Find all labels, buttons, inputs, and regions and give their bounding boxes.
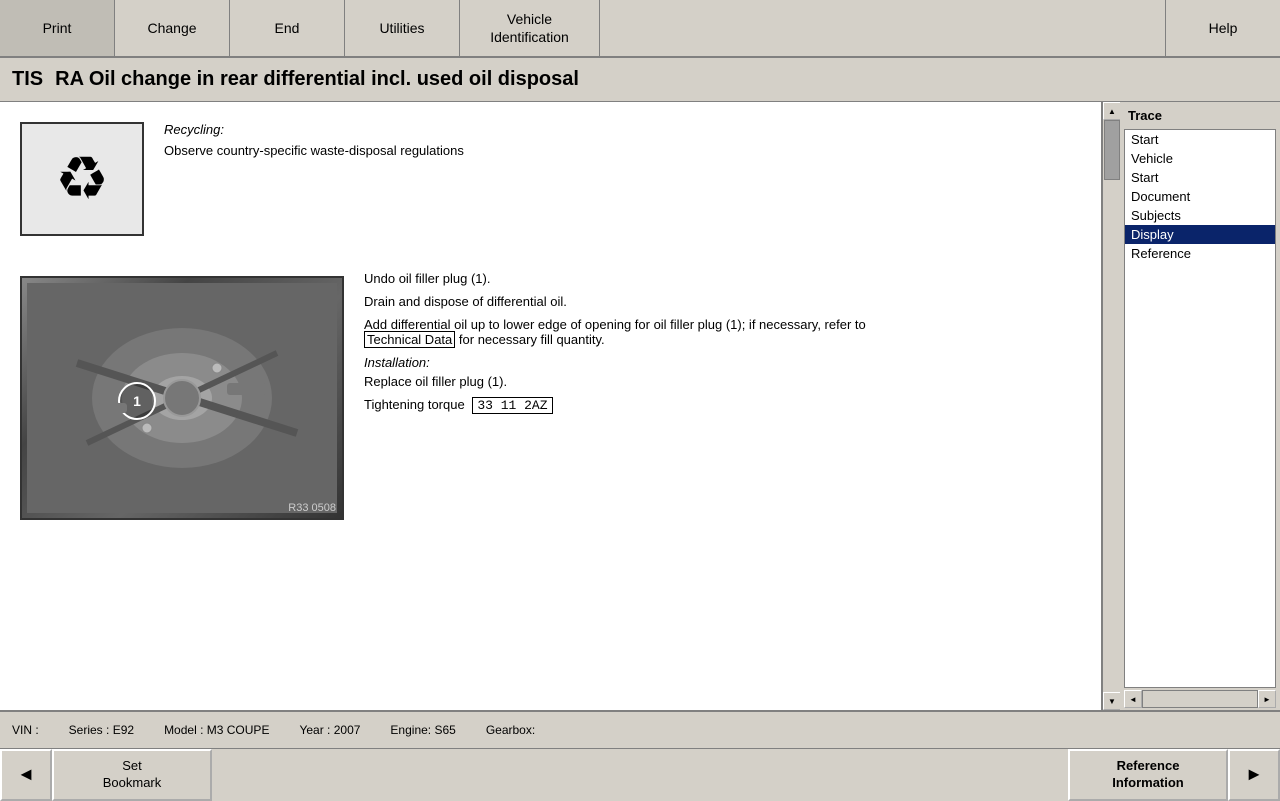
trace-scroll-left[interactable]: ◄	[1124, 690, 1142, 708]
step4-text: Replace oil filler plug (1).	[364, 374, 924, 389]
engine-label: Engine: S65	[390, 723, 455, 737]
title-prefix: TIS	[12, 68, 43, 91]
content-scrollbar[interactable]: ▲ ▼	[1102, 102, 1120, 710]
trace-hscrollbar[interactable]: ◄ ►	[1124, 690, 1276, 708]
next-button[interactable]: ►	[1228, 749, 1280, 801]
menu-bar: Print Change End Utilities VehicleIdenti…	[0, 0, 1280, 58]
trace-item-start-2[interactable]: Start	[1125, 168, 1275, 187]
model-label: Model : M3 COUPE	[164, 723, 269, 737]
bottom-bar: ◄ SetBookmark ReferenceInformation ►	[0, 748, 1280, 800]
trace-item-reference[interactable]: Reference	[1125, 244, 1275, 263]
trace-header: Trace	[1120, 102, 1280, 129]
scroll-down-arrow[interactable]: ▼	[1103, 692, 1120, 710]
recycling-section: ♻ Recycling: Observe country-specific wa…	[20, 112, 1081, 246]
instructions-section: 1 R33 0508	[20, 266, 1081, 533]
reference-information-button[interactable]: ReferenceInformation	[1068, 749, 1228, 801]
menu-vehicle-identification[interactable]: VehicleIdentification	[460, 0, 600, 56]
svg-text:1: 1	[133, 393, 141, 409]
step5-text: Tightening torque 33 11 2AZ	[364, 397, 924, 413]
gearbox-label: Gearbox:	[486, 723, 535, 737]
trace-scroll-track	[1142, 690, 1258, 708]
trace-item-start-1[interactable]: Start	[1125, 130, 1275, 149]
main-area: ♻ Recycling: Observe country-specific wa…	[0, 102, 1280, 710]
scrollbar-thumb[interactable]	[1104, 120, 1120, 180]
trace-item-subjects[interactable]: Subjects	[1125, 206, 1275, 225]
recycling-image: ♻	[20, 112, 144, 246]
trace-item-vehicle[interactable]: Vehicle	[1125, 149, 1275, 168]
status-bar: VIN : Series : E92 Model : M3 COUPE Year…	[0, 710, 1280, 748]
trace-list: Start Vehicle Start Document Subjects Di…	[1124, 129, 1276, 688]
menu-utilities[interactable]: Utilities	[345, 0, 460, 56]
recycling-label: Recycling:	[164, 122, 464, 137]
scroll-up-arrow[interactable]: ▲	[1103, 102, 1120, 120]
trace-item-document[interactable]: Document	[1125, 187, 1275, 206]
series-label: Series : E92	[69, 723, 134, 737]
step2-text: Drain and dispose of differential oil.	[364, 294, 924, 309]
step1-text: Undo oil filler plug (1).	[364, 271, 924, 286]
content-area: ♻ Recycling: Observe country-specific wa…	[0, 102, 1102, 710]
recycling-text: Observe country-specific waste-disposal …	[164, 143, 464, 158]
menu-change[interactable]: Change	[115, 0, 230, 56]
year-label: Year : 2007	[299, 723, 360, 737]
trace-panel: Trace Start Vehicle Start Document Subje…	[1120, 102, 1280, 710]
trace-item-display[interactable]: Display	[1125, 225, 1275, 244]
menu-help[interactable]: Help	[1165, 0, 1280, 56]
mechanic-image-container: 1 R33 0508	[20, 266, 344, 533]
bookmark-button[interactable]: SetBookmark	[52, 749, 212, 801]
step3-text: Add differential oil up to lower edge of…	[364, 317, 924, 347]
mechanic-svg: 1	[27, 283, 337, 513]
technical-data-link[interactable]: Technical Data	[364, 331, 455, 348]
title-bar: TIS RA Oil change in rear differential i…	[0, 58, 1280, 102]
page-title: RA Oil change in rear differential incl.…	[55, 68, 579, 91]
trace-scroll-right[interactable]: ►	[1258, 690, 1276, 708]
installation-label: Installation:	[364, 355, 924, 370]
menu-print[interactable]: Print	[0, 0, 115, 56]
image-caption: R33 0508	[288, 502, 336, 514]
menu-end[interactable]: End	[230, 0, 345, 56]
vin-label: VIN :	[12, 723, 39, 737]
torque-code: 33 11 2AZ	[472, 397, 552, 414]
prev-button[interactable]: ◄	[0, 749, 52, 801]
